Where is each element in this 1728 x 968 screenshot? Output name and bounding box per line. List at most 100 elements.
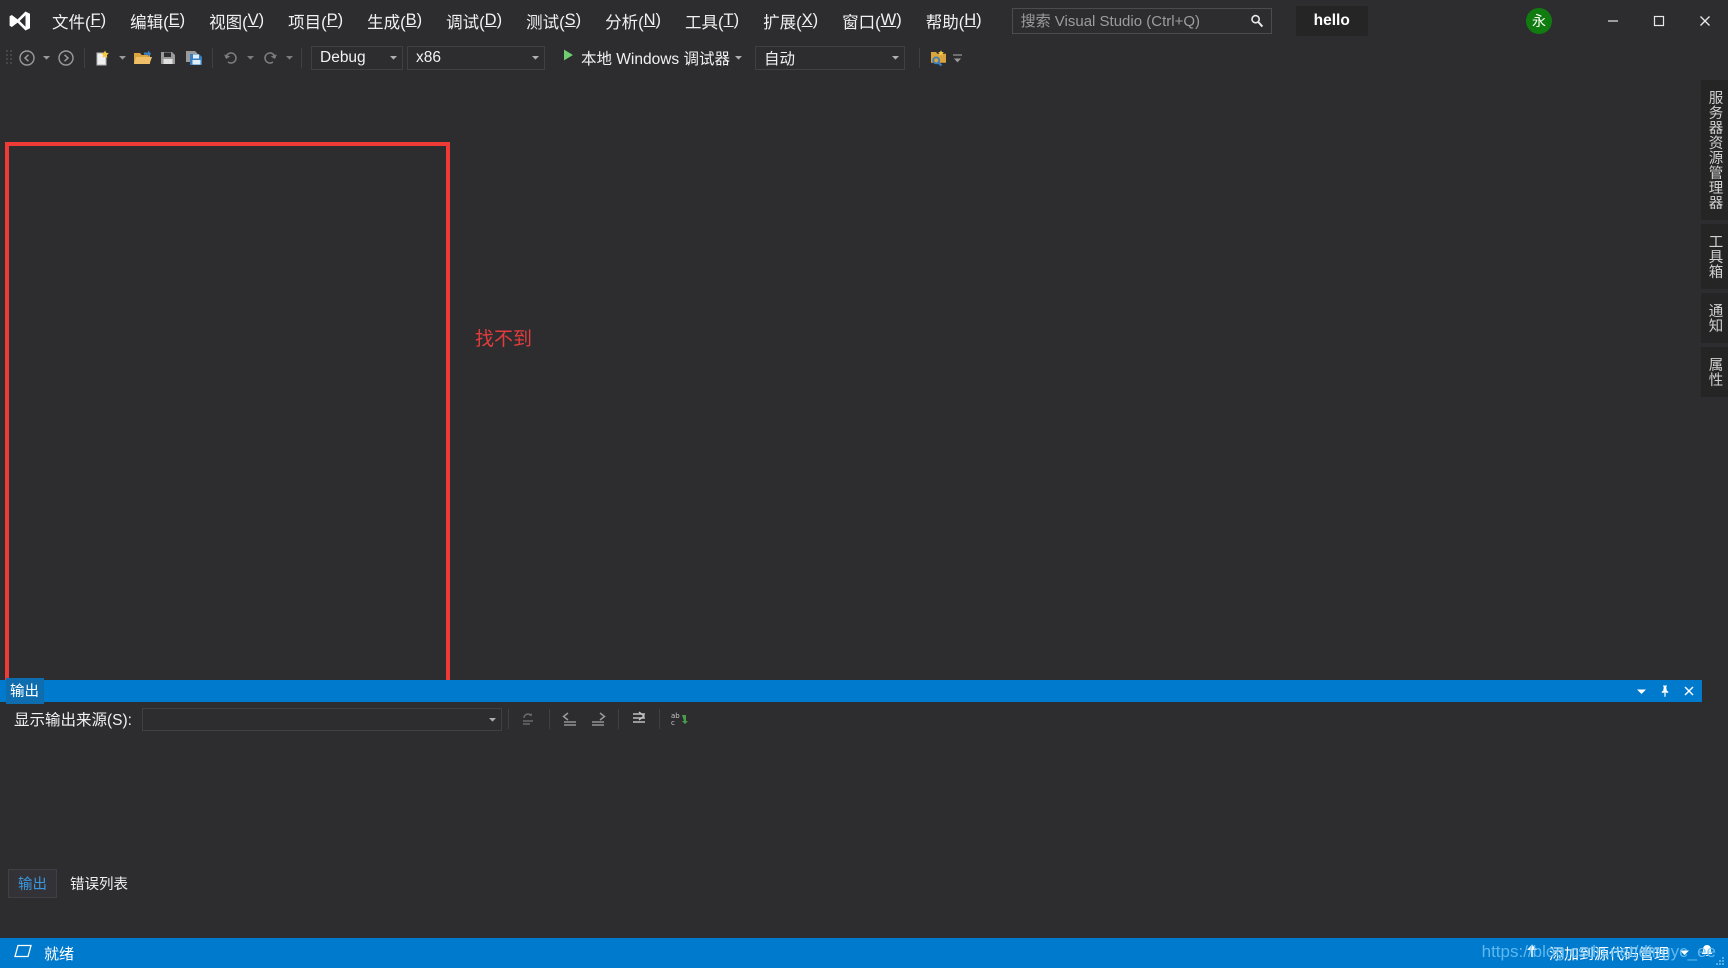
tab-error-list[interactable]: 错误列表: [61, 870, 137, 897]
mnemonic: H: [964, 11, 977, 29]
find-in-files-icon[interactable]: [925, 45, 951, 71]
toolbar-separator: [919, 47, 920, 68]
menu-item-test[interactable]: 测试(S): [514, 0, 593, 41]
avatar[interactable]: 永: [1526, 7, 1552, 34]
open-file-icon[interactable]: [129, 45, 155, 71]
redo-dropdown-icon[interactable]: [283, 45, 296, 71]
navigate-back-dropdown-icon[interactable]: [40, 45, 53, 71]
redo-icon[interactable]: [257, 45, 283, 71]
find-icon[interactable]: ab c: [666, 706, 694, 732]
rail-tab-properties[interactable]: 属性: [1700, 347, 1728, 397]
mnemonic: F: [90, 11, 101, 29]
menu-item-window[interactable]: 窗口(W): [830, 0, 914, 41]
chevron-down-icon[interactable]: [1630, 681, 1652, 701]
start-debugging-button[interactable]: 本地 Windows 调试器: [557, 45, 747, 71]
search-icon[interactable]: [1249, 13, 1265, 29]
mnemonic: S: [564, 11, 576, 29]
toolbar-separator: [301, 47, 302, 68]
pin-icon[interactable]: [1654, 681, 1676, 701]
output-panel-toolbar: 显示输出来源(S): ab c: [0, 702, 1702, 736]
search-placeholder: 搜索 Visual Studio (Ctrl+Q): [1020, 13, 1200, 30]
tab-output[interactable]: 输出: [8, 868, 57, 898]
menu-item-project[interactable]: 项目(P): [276, 0, 355, 41]
output-panel: 输出 显示输出来源(S): ab c: [0, 678, 1702, 874]
output-source-label: 显示输出来源(S):: [14, 712, 132, 729]
chevron-down-icon[interactable]: [531, 49, 540, 67]
chevron-down-icon[interactable]: [734, 49, 743, 67]
menu-item-analyze[interactable]: 分析(N): [593, 0, 673, 41]
toolbar-overflow-icon[interactable]: [951, 45, 964, 71]
project-tab-hello[interactable]: hello: [1295, 5, 1368, 36]
visual-studio-logo-icon: [0, 0, 40, 41]
clear-all-icon[interactable]: [515, 706, 543, 732]
standard-toolbar: Debug x86 本地 Windows 调试器 自动: [0, 41, 1728, 107]
new-project-icon[interactable]: [90, 45, 116, 71]
ready-indicator-icon: [14, 944, 32, 962]
mnemonic: D: [484, 11, 497, 29]
source-control-label[interactable]: 添加到源代码管理: [1549, 943, 1669, 964]
toolbar-separator: [212, 47, 213, 68]
bell-icon[interactable]: [1700, 943, 1714, 963]
navigate-forward-icon[interactable]: [53, 45, 79, 71]
go-to-previous-message-icon[interactable]: [556, 706, 584, 732]
chevron-down-icon[interactable]: [488, 711, 497, 727]
play-icon: [561, 48, 575, 67]
undo-dropdown-icon[interactable]: [244, 45, 257, 71]
chevron-down-icon[interactable]: [389, 49, 398, 67]
close-icon[interactable]: [1678, 681, 1700, 701]
toolbar-separator: [507, 709, 509, 729]
solution-platform-combo[interactable]: x86: [407, 45, 545, 70]
toolbar-separator: [84, 47, 85, 68]
annotation-not-found: 找不到: [475, 329, 533, 350]
mnemonic: W: [880, 11, 897, 29]
status-bar-left: 就绪: [0, 943, 74, 964]
arrow-up-icon[interactable]: [1525, 943, 1539, 963]
maximize-button[interactable]: [1636, 4, 1682, 38]
save-icon[interactable]: [155, 45, 181, 71]
resize-grip[interactable]: [1714, 954, 1726, 966]
menu-item-file[interactable]: 文件(F): [40, 0, 118, 41]
output-panel-header[interactable]: 输出: [0, 678, 1702, 704]
mnemonic: T: [723, 11, 734, 29]
status-bar: 就绪 添加到源代码管理: [0, 938, 1728, 968]
new-project-dropdown-icon[interactable]: [116, 45, 129, 71]
bottom-tool-window-tabs: 输出 错误列表: [0, 868, 1702, 898]
mnemonic: B: [405, 11, 417, 29]
output-panel-header-buttons: [1630, 680, 1700, 702]
search-input[interactable]: 搜索 Visual Studio (Ctrl+Q): [1011, 7, 1272, 34]
rail-tab-notifications[interactable]: 通知: [1700, 293, 1728, 343]
navigate-back-icon[interactable]: [14, 45, 40, 71]
mnemonic: E: [168, 11, 180, 29]
close-button[interactable]: [1682, 4, 1728, 38]
menu-item-extensions[interactable]: 扩展(X): [751, 0, 830, 41]
output-text-area[interactable]: [0, 736, 1702, 856]
mnemonic: V: [247, 11, 259, 29]
rail-tab-server-explorer[interactable]: 服务器资源管理器: [1700, 80, 1728, 220]
menu-item-view[interactable]: 视图(V): [197, 0, 276, 41]
undo-icon[interactable]: [218, 45, 244, 71]
menu-item-build[interactable]: 生成(B): [355, 0, 434, 41]
menu-item-tools[interactable]: 工具(T): [673, 0, 751, 41]
menu-item-help[interactable]: 帮助(H): [914, 0, 994, 41]
title-bar: 文件(F) 编辑(E) 视图(V) 项目(P) 生成(B) 调试(D) 测试(S…: [0, 0, 1728, 41]
go-to-next-message-icon[interactable]: [584, 706, 612, 732]
solution-configuration-combo[interactable]: Debug: [311, 45, 403, 70]
toolbar-grip[interactable]: [4, 48, 14, 68]
chevron-down-icon[interactable]: [891, 49, 900, 67]
mnemonic: N: [643, 11, 656, 29]
architecture-combo[interactable]: 自动: [755, 45, 905, 70]
menu-item-edit[interactable]: 编辑(E): [118, 0, 197, 41]
output-source-combo[interactable]: [141, 707, 502, 731]
title-bar-right: 永: [1526, 0, 1728, 41]
output-panel-title: 输出: [6, 678, 44, 704]
svg-text:c: c: [671, 719, 675, 727]
minimize-button[interactable]: [1590, 4, 1636, 38]
rail-tab-toolbox[interactable]: 工具箱: [1700, 224, 1728, 289]
status-bar-right: 添加到源代码管理: [1525, 943, 1714, 964]
toggle-word-wrap-icon[interactable]: [625, 706, 653, 732]
toolbar-separator: [658, 709, 660, 729]
mnemonic: P: [326, 11, 338, 29]
menu-item-debug[interactable]: 调试(D): [434, 0, 514, 41]
chevron-down-icon[interactable]: [1679, 945, 1690, 962]
save-all-icon[interactable]: [181, 45, 207, 71]
